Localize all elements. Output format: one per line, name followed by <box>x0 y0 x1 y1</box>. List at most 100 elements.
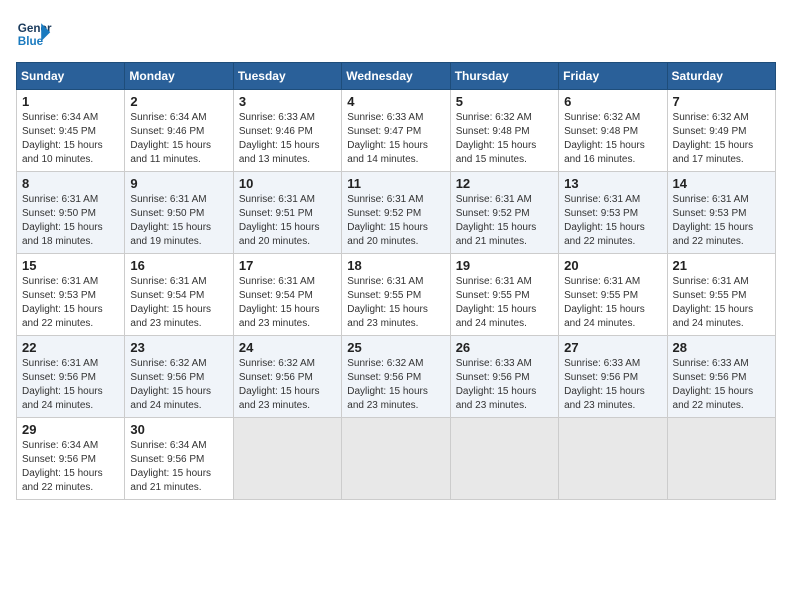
svg-text:Blue: Blue <box>18 35 44 48</box>
calendar-cell: 14 Sunrise: 6:31 AMSunset: 9:53 PMDaylig… <box>667 172 775 254</box>
day-number: 9 <box>130 176 227 191</box>
day-info: Sunrise: 6:31 AMSunset: 9:53 PMDaylight:… <box>22 276 103 329</box>
calendar-cell <box>233 418 341 500</box>
day-info: Sunrise: 6:31 AMSunset: 9:55 PMDaylight:… <box>564 276 645 329</box>
calendar-cell: 1 Sunrise: 6:34 AMSunset: 9:45 PMDayligh… <box>17 90 125 172</box>
day-info: Sunrise: 6:34 AMSunset: 9:56 PMDaylight:… <box>22 440 103 493</box>
calendar-cell: 28 Sunrise: 6:33 AMSunset: 9:56 PMDaylig… <box>667 336 775 418</box>
day-number: 5 <box>456 94 553 109</box>
day-number: 16 <box>130 258 227 273</box>
calendar-cell: 10 Sunrise: 6:31 AMSunset: 9:51 PMDaylig… <box>233 172 341 254</box>
day-info: Sunrise: 6:31 AMSunset: 9:54 PMDaylight:… <box>130 276 211 329</box>
logo-icon: General Blue <box>16 16 52 52</box>
calendar-week-3: 15 Sunrise: 6:31 AMSunset: 9:53 PMDaylig… <box>17 254 776 336</box>
calendar-cell: 13 Sunrise: 6:31 AMSunset: 9:53 PMDaylig… <box>559 172 667 254</box>
day-number: 23 <box>130 340 227 355</box>
col-saturday: Saturday <box>667 63 775 90</box>
day-number: 19 <box>456 258 553 273</box>
day-number: 17 <box>239 258 336 273</box>
calendar-cell: 30 Sunrise: 6:34 AMSunset: 9:56 PMDaylig… <box>125 418 233 500</box>
calendar-cell <box>450 418 558 500</box>
calendar-header-row: Sunday Monday Tuesday Wednesday Thursday… <box>17 63 776 90</box>
day-info: Sunrise: 6:31 AMSunset: 9:53 PMDaylight:… <box>564 194 645 247</box>
day-number: 24 <box>239 340 336 355</box>
calendar-cell: 11 Sunrise: 6:31 AMSunset: 9:52 PMDaylig… <box>342 172 450 254</box>
day-info: Sunrise: 6:31 AMSunset: 9:55 PMDaylight:… <box>456 276 537 329</box>
day-number: 25 <box>347 340 444 355</box>
calendar-cell: 6 Sunrise: 6:32 AMSunset: 9:48 PMDayligh… <box>559 90 667 172</box>
day-info: Sunrise: 6:31 AMSunset: 9:50 PMDaylight:… <box>22 194 103 247</box>
day-number: 28 <box>673 340 770 355</box>
col-sunday: Sunday <box>17 63 125 90</box>
day-number: 15 <box>22 258 119 273</box>
calendar-cell: 23 Sunrise: 6:32 AMSunset: 9:56 PMDaylig… <box>125 336 233 418</box>
day-number: 18 <box>347 258 444 273</box>
calendar-cell: 17 Sunrise: 6:31 AMSunset: 9:54 PMDaylig… <box>233 254 341 336</box>
calendar-week-5: 29 Sunrise: 6:34 AMSunset: 9:56 PMDaylig… <box>17 418 776 500</box>
day-info: Sunrise: 6:31 AMSunset: 9:55 PMDaylight:… <box>347 276 428 329</box>
day-info: Sunrise: 6:32 AMSunset: 9:48 PMDaylight:… <box>564 112 645 165</box>
day-info: Sunrise: 6:32 AMSunset: 9:49 PMDaylight:… <box>673 112 754 165</box>
day-number: 7 <box>673 94 770 109</box>
calendar-table: Sunday Monday Tuesday Wednesday Thursday… <box>16 62 776 500</box>
page-header: General Blue <box>16 16 776 52</box>
calendar-week-4: 22 Sunrise: 6:31 AMSunset: 9:56 PMDaylig… <box>17 336 776 418</box>
day-number: 13 <box>564 176 661 191</box>
day-info: Sunrise: 6:34 AMSunset: 9:56 PMDaylight:… <box>130 440 211 493</box>
calendar-cell: 7 Sunrise: 6:32 AMSunset: 9:49 PMDayligh… <box>667 90 775 172</box>
day-number: 1 <box>22 94 119 109</box>
day-info: Sunrise: 6:33 AMSunset: 9:56 PMDaylight:… <box>564 358 645 411</box>
calendar-cell: 25 Sunrise: 6:32 AMSunset: 9:56 PMDaylig… <box>342 336 450 418</box>
col-friday: Friday <box>559 63 667 90</box>
calendar-cell: 26 Sunrise: 6:33 AMSunset: 9:56 PMDaylig… <box>450 336 558 418</box>
day-info: Sunrise: 6:34 AMSunset: 9:46 PMDaylight:… <box>130 112 211 165</box>
calendar-cell: 4 Sunrise: 6:33 AMSunset: 9:47 PMDayligh… <box>342 90 450 172</box>
calendar-cell: 19 Sunrise: 6:31 AMSunset: 9:55 PMDaylig… <box>450 254 558 336</box>
calendar-cell <box>342 418 450 500</box>
day-number: 6 <box>564 94 661 109</box>
calendar-cell: 18 Sunrise: 6:31 AMSunset: 9:55 PMDaylig… <box>342 254 450 336</box>
day-number: 14 <box>673 176 770 191</box>
day-info: Sunrise: 6:32 AMSunset: 9:48 PMDaylight:… <box>456 112 537 165</box>
day-number: 29 <box>22 422 119 437</box>
col-thursday: Thursday <box>450 63 558 90</box>
calendar-week-1: 1 Sunrise: 6:34 AMSunset: 9:45 PMDayligh… <box>17 90 776 172</box>
calendar-cell: 12 Sunrise: 6:31 AMSunset: 9:52 PMDaylig… <box>450 172 558 254</box>
day-info: Sunrise: 6:31 AMSunset: 9:53 PMDaylight:… <box>673 194 754 247</box>
day-info: Sunrise: 6:32 AMSunset: 9:56 PMDaylight:… <box>239 358 320 411</box>
col-monday: Monday <box>125 63 233 90</box>
day-info: Sunrise: 6:31 AMSunset: 9:50 PMDaylight:… <box>130 194 211 247</box>
calendar-cell: 29 Sunrise: 6:34 AMSunset: 9:56 PMDaylig… <box>17 418 125 500</box>
day-number: 12 <box>456 176 553 191</box>
calendar-cell: 20 Sunrise: 6:31 AMSunset: 9:55 PMDaylig… <box>559 254 667 336</box>
day-number: 20 <box>564 258 661 273</box>
day-number: 27 <box>564 340 661 355</box>
calendar-cell: 2 Sunrise: 6:34 AMSunset: 9:46 PMDayligh… <box>125 90 233 172</box>
day-number: 4 <box>347 94 444 109</box>
col-tuesday: Tuesday <box>233 63 341 90</box>
calendar-cell <box>559 418 667 500</box>
day-number: 22 <box>22 340 119 355</box>
day-info: Sunrise: 6:31 AMSunset: 9:55 PMDaylight:… <box>673 276 754 329</box>
day-info: Sunrise: 6:32 AMSunset: 9:56 PMDaylight:… <box>347 358 428 411</box>
calendar-week-2: 8 Sunrise: 6:31 AMSunset: 9:50 PMDayligh… <box>17 172 776 254</box>
calendar-cell: 27 Sunrise: 6:33 AMSunset: 9:56 PMDaylig… <box>559 336 667 418</box>
day-info: Sunrise: 6:31 AMSunset: 9:56 PMDaylight:… <box>22 358 103 411</box>
day-number: 11 <box>347 176 444 191</box>
day-info: Sunrise: 6:33 AMSunset: 9:56 PMDaylight:… <box>456 358 537 411</box>
day-info: Sunrise: 6:33 AMSunset: 9:47 PMDaylight:… <box>347 112 428 165</box>
calendar-cell: 24 Sunrise: 6:32 AMSunset: 9:56 PMDaylig… <box>233 336 341 418</box>
day-info: Sunrise: 6:34 AMSunset: 9:45 PMDaylight:… <box>22 112 103 165</box>
calendar-cell: 21 Sunrise: 6:31 AMSunset: 9:55 PMDaylig… <box>667 254 775 336</box>
day-number: 10 <box>239 176 336 191</box>
calendar-cell: 3 Sunrise: 6:33 AMSunset: 9:46 PMDayligh… <box>233 90 341 172</box>
col-wednesday: Wednesday <box>342 63 450 90</box>
day-info: Sunrise: 6:33 AMSunset: 9:46 PMDaylight:… <box>239 112 320 165</box>
day-info: Sunrise: 6:33 AMSunset: 9:56 PMDaylight:… <box>673 358 754 411</box>
calendar-cell: 5 Sunrise: 6:32 AMSunset: 9:48 PMDayligh… <box>450 90 558 172</box>
day-number: 3 <box>239 94 336 109</box>
calendar-cell: 15 Sunrise: 6:31 AMSunset: 9:53 PMDaylig… <box>17 254 125 336</box>
calendar-cell: 16 Sunrise: 6:31 AMSunset: 9:54 PMDaylig… <box>125 254 233 336</box>
calendar-cell <box>667 418 775 500</box>
day-info: Sunrise: 6:32 AMSunset: 9:56 PMDaylight:… <box>130 358 211 411</box>
